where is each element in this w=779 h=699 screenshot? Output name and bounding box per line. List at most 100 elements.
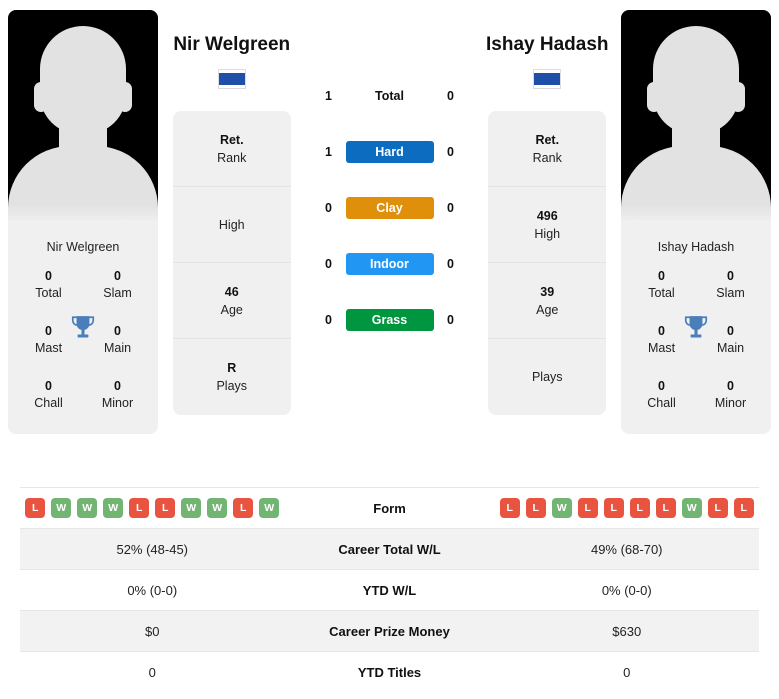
attribute-label: High xyxy=(218,217,245,232)
comparison-header: Nir Welgreen 0 Total 0 Slam 0 Mast 0 Mai… xyxy=(0,0,779,475)
stat-value-left: 0% (0-0) xyxy=(127,582,178,598)
title-value: 0 xyxy=(45,269,52,283)
title-stat-chall: 0 Chall xyxy=(627,378,696,412)
form-badge-win: W xyxy=(207,498,228,518)
form-badge-win: W xyxy=(77,498,98,518)
avatar-ear-right-icon xyxy=(118,82,132,112)
table-row-career-prize-money: $0 Career Prize Money $630 xyxy=(20,610,759,651)
trophy-icon xyxy=(684,316,708,338)
titles-grid-left: 0 Total 0 Slam 0 Mast 0 Main 0 Chall 0 M… xyxy=(8,268,158,434)
title-value: 0 xyxy=(658,269,665,283)
title-stat-total: 0 Total xyxy=(627,268,696,302)
avatar-fade xyxy=(621,204,771,220)
title-label: Main xyxy=(103,341,132,355)
star-of-david-icon xyxy=(229,74,235,84)
form-left: LWWWLLWWLW xyxy=(20,498,285,518)
attribute-value: 39 xyxy=(540,284,555,299)
avatar-fade xyxy=(8,204,158,220)
attribute-plays: Plays xyxy=(488,339,606,415)
attribute-high: 496 High xyxy=(488,187,607,263)
player-card-name-left: Nir Welgreen xyxy=(46,240,120,254)
surface-label-clay[interactable]: Clay xyxy=(345,197,434,219)
player-attributes-left: Ret. Rank High 46 Age R Plays xyxy=(172,111,291,415)
title-label: Minor xyxy=(714,396,747,410)
title-value: 0 xyxy=(45,379,52,393)
titles-grid-right: 0 Total 0 Slam 0 Mast 0 Main 0 Chall 0 M… xyxy=(621,268,771,434)
surface-label-total[interactable]: Total xyxy=(346,85,434,107)
title-stat-total: 0 Total xyxy=(14,268,83,302)
surface-comparison: 1 Total 0 1 Hard 0 0 Clay 0 0 Indoor 0 0 xyxy=(306,10,474,348)
form-badge-loss: L xyxy=(629,498,650,518)
player-card-right[interactable]: Ishay Hadash 0 Total 0 Slam 0 Mast 0 Mai… xyxy=(621,10,771,434)
form-badge-loss: L xyxy=(155,498,176,518)
attribute-label: Rank xyxy=(217,150,247,165)
form-badge-loss: L xyxy=(525,498,546,518)
attribute-plays: R Plays xyxy=(173,339,291,415)
title-stat-chall: 0 Chall xyxy=(14,378,83,412)
title-stat-slam: 0 Slam xyxy=(83,268,152,302)
surface-right-value: 0 xyxy=(447,145,454,159)
player-card-name-right: Ishay Hadash xyxy=(657,240,735,254)
stat-value-right: $630 xyxy=(612,623,642,639)
israel-flag-icon xyxy=(217,69,246,89)
stat-value-left: 52% (48-45) xyxy=(116,541,189,557)
player-name-right: Ishay Hadash xyxy=(486,34,609,55)
row-label-career-prize-money: Career Prize Money xyxy=(329,623,450,639)
surface-row-total: 1 Total 0 xyxy=(306,68,474,124)
surface-left-value: 1 xyxy=(325,89,332,103)
stat-value-right: 0% (0-0) xyxy=(601,582,652,598)
surface-row-hard: 1 Hard 0 xyxy=(306,124,474,180)
form-badge-loss: L xyxy=(577,498,598,518)
title-value: 0 xyxy=(114,269,121,283)
avatar-ear-right-icon xyxy=(731,82,745,112)
form-badge-win: W xyxy=(259,498,280,518)
attribute-label: Age xyxy=(220,302,243,317)
surface-left-value: 1 xyxy=(325,145,332,159)
player-info-column-left: Nir Welgreen Ret. Rank High 46 Age R Pla… xyxy=(158,10,306,415)
israel-flag-icon xyxy=(533,69,562,89)
title-label: Mast xyxy=(34,341,63,355)
form-badge-win: W xyxy=(681,498,702,518)
title-label: Total xyxy=(35,286,62,300)
title-value: 0 xyxy=(727,379,734,393)
attribute-value: 496 xyxy=(536,208,558,223)
player-card-left[interactable]: Nir Welgreen 0 Total 0 Slam 0 Mast 0 Mai… xyxy=(8,10,158,434)
row-label-career-total-wl: Career Total W/L xyxy=(338,541,441,557)
form-badge-win: W xyxy=(181,498,202,518)
title-label: Minor xyxy=(101,396,134,410)
surface-right-value: 0 xyxy=(447,257,454,271)
attribute-label: Plays xyxy=(216,379,248,393)
title-stat-slam: 0 Slam xyxy=(696,268,765,302)
table-row-ytd-wl: 0% (0-0) YTD W/L 0% (0-0) xyxy=(20,569,759,610)
attribute-label: High xyxy=(534,226,561,241)
player-avatar-left xyxy=(8,10,158,220)
form-strip-right: LLWLLLLWLL xyxy=(499,498,754,518)
attribute-label: Rank xyxy=(532,150,562,165)
player-attributes-right: Ret. Rank 496 High 39 Age Plays xyxy=(488,111,607,415)
form-badge-win: W xyxy=(51,498,72,518)
title-label: Total xyxy=(648,286,675,300)
title-label: Slam xyxy=(716,286,745,300)
player-avatar-right xyxy=(621,10,771,220)
stat-value-left: $0 xyxy=(145,623,160,639)
player-comparison-page: Nir Welgreen 0 Total 0 Slam 0 Mast 0 Mai… xyxy=(0,0,779,699)
avatar-ear-left-icon xyxy=(647,82,661,112)
surface-row-grass: 0 Grass 0 xyxy=(306,292,474,348)
title-label: Chall xyxy=(647,396,676,410)
attribute-value: 46 xyxy=(224,284,239,299)
form-badge-loss: L xyxy=(733,498,754,518)
surface-label-grass[interactable]: Grass xyxy=(345,309,434,331)
title-label: Main xyxy=(716,341,745,355)
surface-row-clay: 0 Clay 0 xyxy=(306,180,474,236)
table-row-ytd-titles: 0 YTD Titles 0 xyxy=(20,651,759,692)
form-badge-loss: L xyxy=(499,498,520,518)
surface-label-indoor[interactable]: Indoor xyxy=(345,253,434,275)
surface-label-hard[interactable]: Hard xyxy=(345,141,434,163)
attribute-value: Ret. xyxy=(219,132,244,147)
stat-value-left: 0 xyxy=(148,664,156,680)
row-label-ytd-titles: YTD Titles xyxy=(357,664,422,680)
form-badge-win: W xyxy=(103,498,124,518)
trophy-icon xyxy=(71,316,95,338)
table-row-form: LWWWLLWWLW Form LLWLLLLWLL xyxy=(20,487,759,528)
title-label: Slam xyxy=(103,286,132,300)
